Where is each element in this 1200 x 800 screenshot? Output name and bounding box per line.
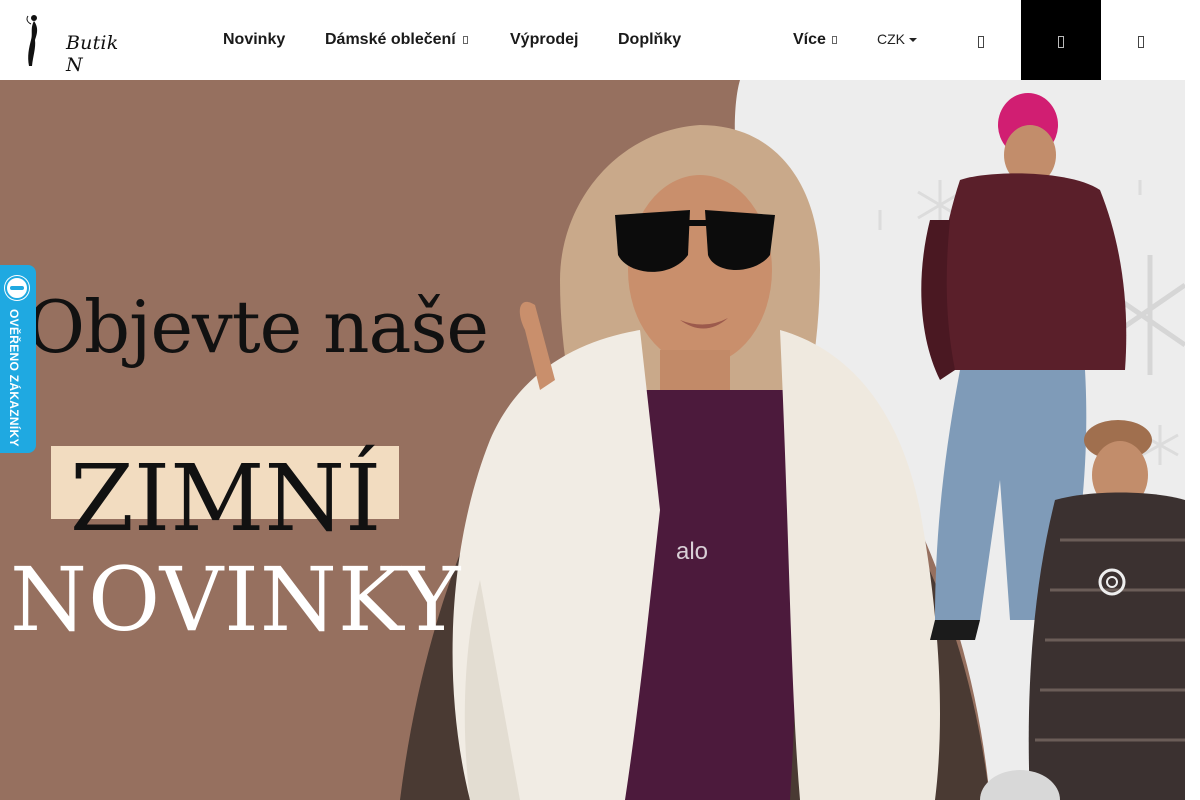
chevron-down-icon	[831, 35, 837, 44]
nav-item-label: Výprodej	[510, 31, 579, 48]
verified-customers-badge[interactable]: OVĚŘENO ZÁKAZNÍKY	[0, 265, 36, 453]
hero-artwork	[51, 80, 1185, 800]
nav-item-label: Dámské oblečení	[325, 31, 456, 48]
nav-item-damske-obleceni[interactable]: Dámské oblečení	[325, 31, 468, 49]
account-button[interactable]	[1021, 0, 1101, 80]
nav-item-novinky[interactable]: Novinky	[223, 31, 285, 49]
cart-icon	[1138, 36, 1144, 48]
search-button[interactable]	[941, 0, 1021, 80]
nav-item-label: Více	[793, 31, 826, 48]
nav-item-vyprodej[interactable]: Výprodej	[510, 31, 578, 49]
cart-button[interactable]	[1101, 0, 1181, 80]
nav-item-label: Novinky	[223, 31, 286, 48]
hero-subtitle: NOVINKY	[10, 548, 462, 651]
nav-item-more[interactable]: Více	[793, 31, 837, 49]
chevron-down-icon	[462, 35, 468, 44]
shirt-print: alo	[676, 538, 709, 565]
hero-banner[interactable]: Objevte naše ZIMNÍ NOVINKY alo	[0, 80, 1185, 800]
hero-title: ZIMNÍ	[70, 445, 382, 552]
currency-label: CZK	[877, 31, 905, 47]
logo-text: Butik N	[66, 32, 119, 76]
badge-label: OVĚŘENO ZÁKAZNÍKY	[7, 309, 21, 447]
search-icon	[978, 36, 984, 48]
user-icon	[1058, 36, 1064, 48]
page-edge	[1185, 0, 1200, 800]
caret-down-icon	[909, 38, 917, 43]
brand-logo[interactable]: Butik N	[24, 10, 118, 76]
nav-item-label: Doplňky	[618, 31, 682, 48]
site-header: Butik N Novinky Dámské oblečení Výprodej…	[0, 0, 1200, 80]
verified-seal-icon	[5, 276, 29, 300]
nav-item-doplnky[interactable]: Doplňky	[618, 31, 681, 49]
currency-selector[interactable]: CZK	[877, 31, 917, 47]
hero-heading: Objevte naše	[26, 285, 489, 369]
